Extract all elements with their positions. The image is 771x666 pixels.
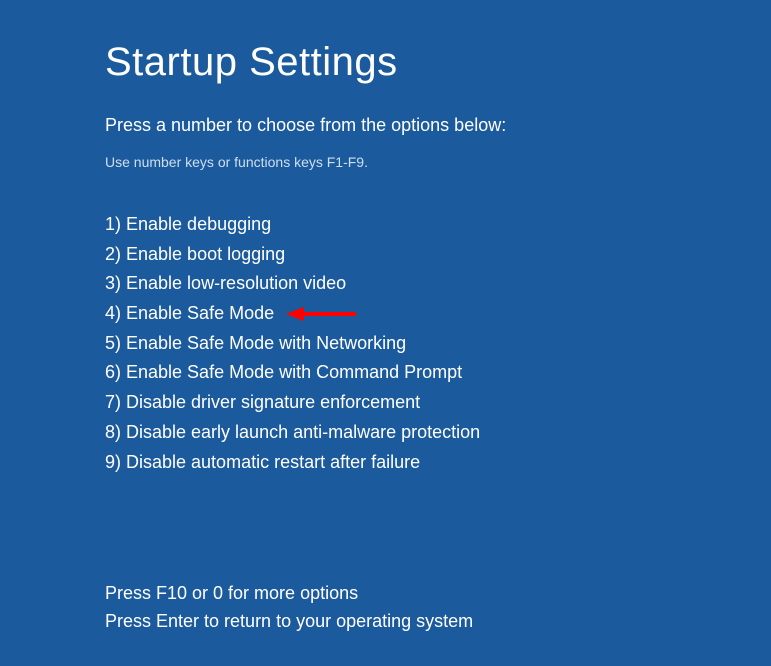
option-item[interactable]: 9) Disable automatic restart after failu…	[105, 448, 771, 478]
options-list: 1) Enable debugging 2) Enable boot loggi…	[105, 210, 771, 477]
option-item[interactable]: 3) Enable low-resolution video	[105, 269, 771, 299]
startup-settings-screen: Startup Settings Press a number to choos…	[0, 0, 771, 477]
highlight-arrow-icon	[286, 304, 356, 324]
option-item[interactable]: 6) Enable Safe Mode with Command Prompt	[105, 358, 771, 388]
option-label: 8) Disable early launch anti-malware pro…	[105, 418, 480, 448]
option-item[interactable]: 7) Disable driver signature enforcement	[105, 388, 771, 418]
option-item[interactable]: 8) Disable early launch anti-malware pro…	[105, 418, 771, 448]
option-label: 5) Enable Safe Mode with Networking	[105, 329, 406, 359]
option-item[interactable]: 2) Enable boot logging	[105, 240, 771, 270]
option-label: 6) Enable Safe Mode with Command Prompt	[105, 358, 462, 388]
instruction-text: Press a number to choose from the option…	[105, 115, 771, 136]
option-label: 1) Enable debugging	[105, 210, 271, 240]
option-label: 3) Enable low-resolution video	[105, 269, 346, 299]
footer-more-options: Press F10 or 0 for more options	[105, 580, 473, 608]
page-title: Startup Settings	[105, 40, 771, 85]
option-item[interactable]: 4) Enable Safe Mode	[105, 299, 771, 329]
hint-text: Use number keys or functions keys F1-F9.	[105, 154, 771, 170]
footer: Press F10 or 0 for more options Press En…	[105, 580, 473, 636]
option-label: 2) Enable boot logging	[105, 240, 285, 270]
option-label: 4) Enable Safe Mode	[105, 299, 274, 329]
option-label: 9) Disable automatic restart after failu…	[105, 448, 420, 478]
option-item[interactable]: 1) Enable debugging	[105, 210, 771, 240]
option-label: 7) Disable driver signature enforcement	[105, 388, 420, 418]
option-item[interactable]: 5) Enable Safe Mode with Networking	[105, 329, 771, 359]
footer-return: Press Enter to return to your operating …	[105, 608, 473, 636]
